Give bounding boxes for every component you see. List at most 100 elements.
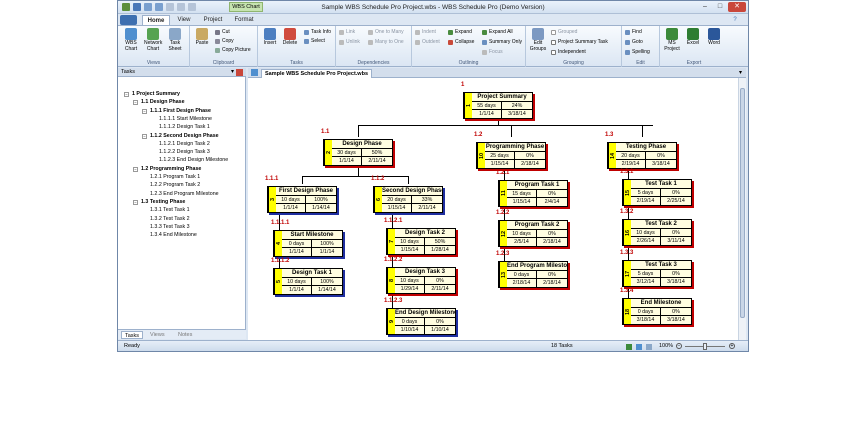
independent-checkbox[interactable]: Independent — [551, 49, 586, 55]
summary-only-button[interactable]: Summary Only — [482, 39, 522, 45]
tree-item[interactable]: 1 Project Summary — [132, 91, 180, 98]
close-button[interactable]: ✕ — [728, 2, 746, 12]
tree-item[interactable]: 1.2.3 End Program Milestone — [150, 191, 219, 198]
tree-item[interactable]: 1.3.1 Test Task 1 — [150, 207, 190, 214]
tree-collapse-toggle[interactable]: − — [142, 108, 147, 114]
tree-collapse-toggle[interactable]: − — [133, 100, 138, 106]
many-to-one-button[interactable]: Many to One — [368, 39, 404, 45]
tree-item[interactable]: 1.1.2.1 Design Task 2 — [159, 141, 210, 148]
wbs-view-icon[interactable] — [626, 344, 632, 350]
pane-tab-views[interactable]: Views — [147, 331, 168, 339]
paste-button[interactable]: Paste — [193, 28, 211, 47]
delete-button[interactable]: Delete — [281, 28, 299, 47]
pane-tab-tasks[interactable]: Tasks — [121, 331, 144, 339]
tab-list-icon[interactable]: ▾ — [739, 69, 742, 76]
network-view-icon[interactable] — [636, 344, 642, 350]
minimize-button[interactable]: – — [698, 2, 712, 12]
tree-item[interactable]: 1.1.2 Second Design Phase — [150, 133, 219, 140]
copy-button[interactable]: Copy — [215, 38, 234, 44]
tree-item[interactable]: 1.3.3 Test Task 3 — [150, 224, 190, 231]
unlink-button[interactable]: Unlink — [339, 39, 360, 45]
project-summary-task-checkbox[interactable]: Project Summary Task — [551, 39, 608, 45]
task-node[interactable]: 10 Programming Phase 25 days 0% 1/15/14 2/18/… — [476, 142, 546, 169]
tree-collapse-toggle[interactable]: − — [133, 199, 138, 205]
task-sheet-button[interactable]: Task Sheet — [166, 28, 184, 52]
zoom-in-icon[interactable]: + — [729, 343, 735, 349]
task-node[interactable]: 12 Program Task 2 10 days 0% 2/5/14 2/18/14 — [498, 220, 568, 247]
one-to-many-button[interactable]: One to Many — [368, 29, 404, 35]
word-button[interactable]: Word — [705, 28, 723, 47]
tree-collapse-toggle[interactable]: − — [142, 133, 147, 139]
task-node[interactable]: 14 Testing Phase 20 days 0% 2/19/14 3/18/14 — [607, 142, 677, 169]
pane-pin-icon[interactable]: ▾ — [231, 68, 234, 77]
help-icon[interactable]: ? — [730, 15, 740, 25]
sheet-view-icon[interactable] — [646, 344, 652, 350]
tree-collapse-toggle[interactable]: − — [124, 92, 129, 97]
zoom-out-icon[interactable]: − — [676, 343, 682, 349]
tree-item[interactable]: 1.2.1 Program Task 1 — [150, 174, 200, 181]
task-node[interactable]: 3 First Design Phase 10 days 100% 1/1/14 1/14… — [267, 186, 337, 213]
task-node[interactable]: 6 Second Design Phase 20 days 33% 1/15/14 2/1… — [373, 186, 443, 213]
tree-item[interactable]: 1.3.2 Test Task 2 — [150, 216, 190, 223]
tree-item[interactable]: 1.1 Design Phase — [141, 99, 185, 106]
insert-button[interactable]: Insert — [261, 28, 279, 47]
indent-button[interactable]: Indent — [415, 29, 436, 35]
focus-button[interactable]: Focus — [482, 49, 503, 55]
collapse-button[interactable]: Collapse — [448, 39, 474, 45]
tree-item[interactable]: 1.2 Programming Phase — [141, 166, 201, 173]
task-info-button[interactable]: Task Info — [304, 29, 331, 35]
task-node[interactable]: 5 Design Task 1 10 days 100% 1/1/14 1/14/14 — [273, 268, 343, 295]
maximize-button[interactable]: □ — [713, 2, 727, 12]
task-node[interactable]: 1 Project Summary 55 days 24% 1/1/14 3/18/14 — [463, 92, 533, 119]
select-button[interactable]: Select — [304, 38, 325, 44]
task-node[interactable]: 11 Program Task 1 15 days 0% 1/15/14 2/4/14 — [498, 180, 568, 207]
tab-home[interactable]: Home — [142, 15, 170, 25]
expand-all-button[interactable]: Expand All — [482, 29, 513, 35]
ms-project-button[interactable]: MS Project — [663, 28, 681, 52]
task-node[interactable]: 16 Test Task 2 10 days 0% 2/26/14 3/11/14 — [622, 219, 692, 246]
task-node[interactable]: 8 Design Task 3 10 days 0% 1/29/14 2/11/14 — [386, 267, 456, 294]
pane-close-icon[interactable] — [236, 69, 243, 76]
task-node[interactable]: 15 Test Task 15 days 0% 2/19/14 2/25/14 — [622, 179, 692, 206]
wbs-chart-canvas[interactable]: 1 1 Project Summary 55 days 24% 1/1/14 3/18/14… — [248, 78, 738, 340]
task-node[interactable]: 17 Test Task 35 days 0% 3/12/14 3/18/14 — [622, 260, 692, 287]
outdent-button[interactable]: Outdent — [415, 39, 440, 45]
pane-tab-notes[interactable]: Notes — [175, 331, 195, 339]
vertical-scrollbar[interactable] — [738, 78, 746, 340]
tab-format[interactable]: Format — [230, 15, 258, 25]
tree-item[interactable]: 1.1.1.1 Start Milestone — [159, 116, 212, 123]
copy-picture-button[interactable]: Copy Picture — [215, 47, 251, 53]
file-menu-button[interactable] — [120, 15, 137, 25]
expand-button[interactable]: Expand — [448, 29, 472, 35]
grouped-checkbox[interactable]: Grouped — [551, 29, 577, 35]
tab-view[interactable]: View — [172, 15, 196, 25]
network-chart-button[interactable]: Network Chart — [144, 28, 162, 52]
tree-item[interactable]: 1.2.2 Program Task 2 — [150, 182, 200, 189]
link-button[interactable]: Link — [339, 29, 355, 35]
zoom-slider-thumb[interactable] — [703, 343, 707, 350]
document-tab[interactable]: Sample WBS Schedule Pro Project.wbs — [261, 69, 372, 78]
task-node[interactable]: 4 Start Milestone 0 days 100% 1/1/14 1/1/14 — [273, 230, 343, 257]
tree-item[interactable]: 1.3.4 End Milestone — [150, 232, 197, 239]
task-node[interactable]: 18 End Milestone 0 days 0% 3/18/14 3/18/14 — [622, 298, 692, 325]
tree-item[interactable]: 1.1.1 First Design Phase — [150, 108, 211, 115]
goto-button[interactable]: Goto — [625, 39, 643, 45]
cut-button[interactable]: Cut — [215, 29, 230, 35]
task-node[interactable]: 2 Design Phase 30 days 50% 1/1/14 2/11/14 — [323, 139, 393, 166]
tree-collapse-toggle[interactable]: − — [133, 166, 138, 172]
tree-item[interactable]: 1.1.2.2 Design Task 3 — [159, 149, 210, 156]
find-button[interactable]: Find — [625, 29, 642, 35]
wbs-code: 1.1.1 — [265, 176, 279, 182]
tree-item[interactable]: 1.1.1.2 Design Task 1 — [159, 124, 210, 131]
task-node[interactable]: 13End Program Milestone0 days 0% 2/18/14 2/… — [498, 261, 568, 288]
excel-button[interactable]: Excel — [684, 28, 702, 47]
tree-item[interactable]: 1.1.2.3 End Design Milestone — [159, 157, 228, 164]
task-node[interactable]: 7 Design Task 2 10 days 50% 1/15/14 1/28/14 — [386, 228, 456, 255]
wbs-chart-button[interactable]: WBS Chart — [122, 28, 140, 52]
spelling-button[interactable]: Spelling — [625, 49, 650, 55]
tab-project[interactable]: Project — [198, 15, 228, 25]
tree-item[interactable]: 1.3 Testing Phase — [141, 199, 185, 206]
scrollbar-thumb[interactable] — [740, 88, 745, 318]
edit-groups-button[interactable]: Edit Groups — [529, 28, 547, 52]
task-node[interactable]: 9 End Design Milestone 0 days 0% 1/10/14 1/10… — [386, 308, 456, 335]
